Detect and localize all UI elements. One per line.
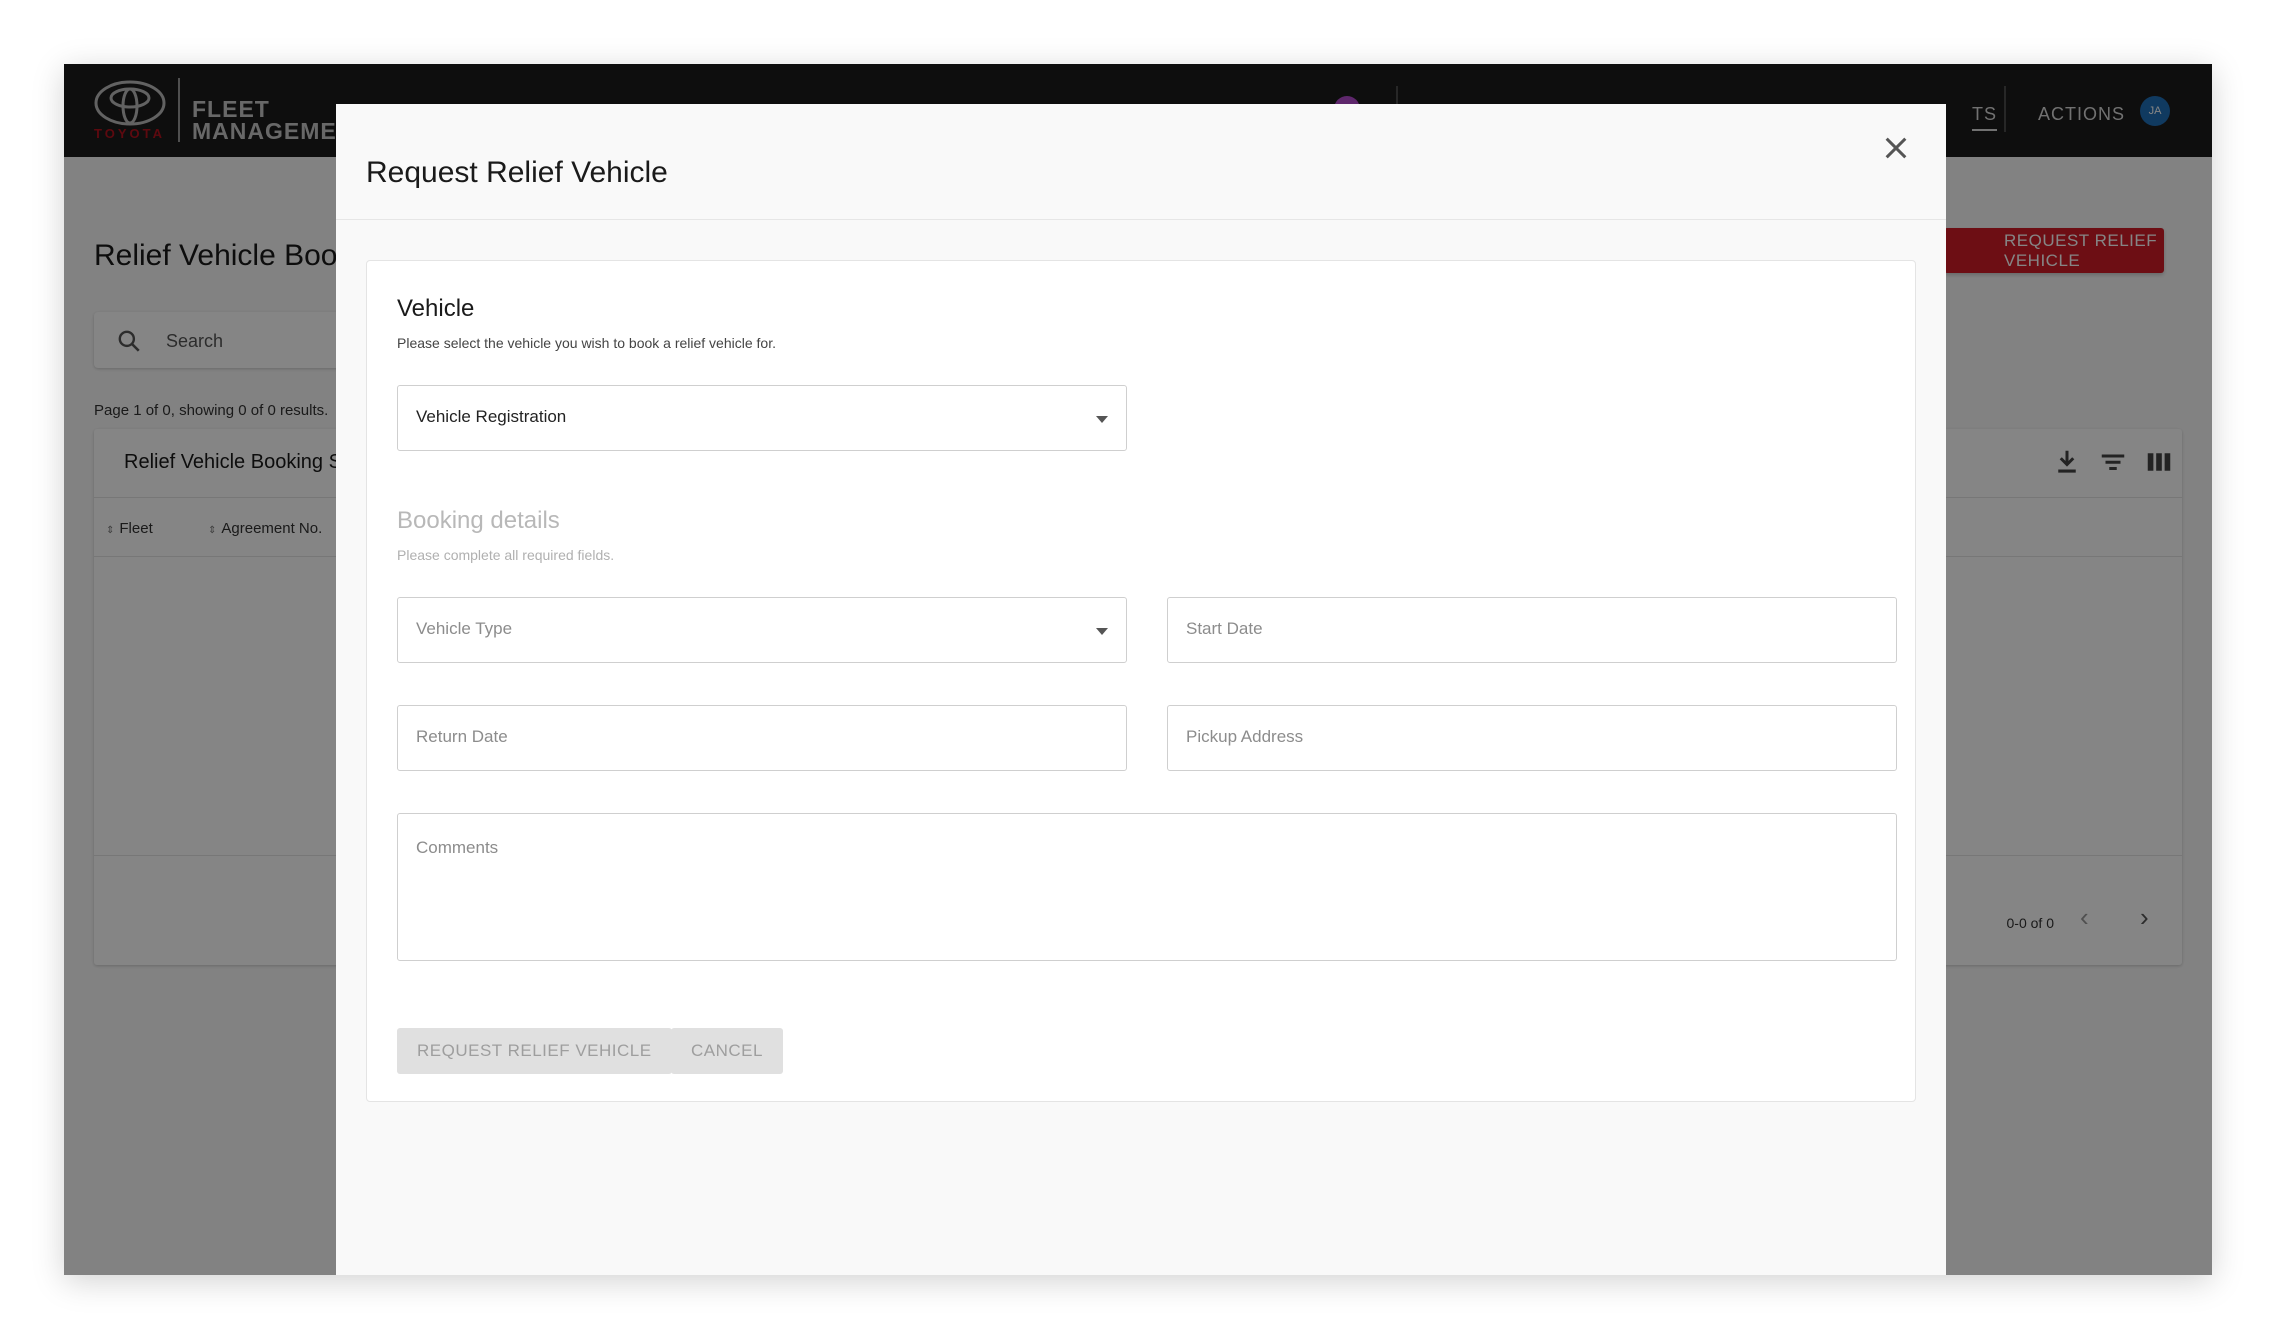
return-date-input[interactable] [414,726,1076,748]
comments-textarea[interactable] [414,836,1846,940]
pickup-address-field[interactable] [1167,705,1897,771]
comments-field[interactable] [397,813,1897,961]
start-date-input[interactable] [1184,618,1846,640]
start-date-field[interactable] [1167,597,1897,663]
vehicle-registration-select[interactable] [397,385,1127,451]
vehicle-section-subtitle: Please select the vehicle you wish to bo… [397,335,776,351]
chevron-down-icon [1096,416,1108,423]
booking-section-subtitle: Please complete all required fields. [397,547,615,563]
cancel-button[interactable]: CANCEL [671,1028,783,1074]
vehicle-type-input[interactable] [414,618,1076,640]
return-date-field[interactable] [397,705,1127,771]
vehicle-section-title: Vehicle [397,295,475,322]
booking-form: Vehicle Please select the vehicle you wi… [366,260,1916,1102]
submit-request-button[interactable]: REQUEST RELIEF VEHICLE [397,1028,672,1074]
vehicle-registration-input[interactable] [414,406,1076,428]
browser-window: TOYOTA FLEET MANAGEMENT TS ACTIONS JA Re… [64,64,2212,1275]
close-button[interactable] [1874,126,1918,170]
pickup-address-input[interactable] [1184,726,1846,748]
dialog-title: Request Relief Vehicle [366,156,668,189]
booking-section-title: Booking details [397,507,560,534]
vehicle-type-select[interactable] [397,597,1127,663]
request-relief-vehicle-dialog: Request Relief Vehicle Vehicle Please se… [336,104,1946,1275]
chevron-down-icon [1096,628,1108,635]
close-icon [1885,137,1907,159]
dialog-divider [336,219,1946,220]
